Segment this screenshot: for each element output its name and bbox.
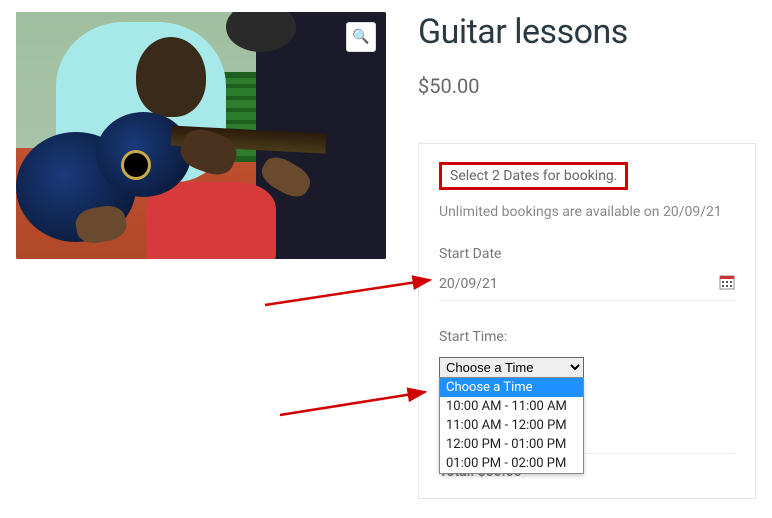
time-dropdown: Choose a Time 10:00 AM - 11:00 AM 11:00 … xyxy=(439,377,584,474)
product-summary: Guitar lessons $50.00 Select 2 Dates for… xyxy=(418,12,756,499)
time-option[interactable]: 12:00 PM - 01:00 PM xyxy=(440,435,583,454)
product-price: $50.00 xyxy=(418,74,756,98)
time-option[interactable]: 10:00 AM - 11:00 AM xyxy=(440,397,583,416)
booking-notice: Select 2 Dates for booking. xyxy=(439,162,628,190)
time-option-placeholder[interactable]: Choose a Time xyxy=(440,378,583,397)
product-gallery: 🔍 xyxy=(16,12,386,499)
start-time-select[interactable]: Choose a Time xyxy=(439,357,584,378)
calendar-icon[interactable] xyxy=(719,274,735,294)
start-date-label: Start Date xyxy=(439,246,735,262)
zoom-icon[interactable]: 🔍 xyxy=(346,22,376,52)
start-time-label: Start Time: xyxy=(439,329,735,345)
product-title: Guitar lessons xyxy=(418,12,756,52)
availability-text: Unlimited bookings are available on 20/0… xyxy=(439,204,735,220)
time-option[interactable]: 11:00 AM - 12:00 PM xyxy=(440,416,583,435)
time-option[interactable]: 01:00 PM - 02:00 PM xyxy=(440,454,583,473)
product-page: 🔍 Guitar lessons $50.00 Select 2 Dates f… xyxy=(0,0,772,499)
start-date-input[interactable]: 20/09/21 xyxy=(439,276,498,292)
product-image[interactable]: 🔍 xyxy=(16,12,386,259)
booking-form: Select 2 Dates for booking. Unlimited bo… xyxy=(418,143,756,499)
